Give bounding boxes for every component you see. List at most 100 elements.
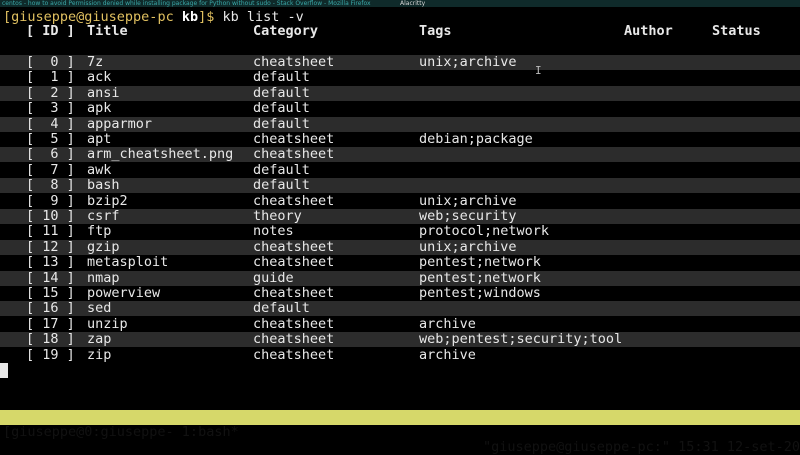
- cell-category: cheatsheet: [253, 254, 335, 271]
- cell-category: default: [253, 100, 310, 117]
- cell-id: [ 14 ]: [26, 269, 75, 286]
- tmux-status-bar: [giuseppe@0:giuseppe- 1:bash* "giuseppe@…: [0, 410, 800, 455]
- cell-tags: unix;archive: [419, 54, 517, 70]
- table-row: [ 7 ] awk default: [0, 161, 800, 178]
- cell-title: ansi: [87, 84, 120, 101]
- table-row: [ 4 ] apparmor default: [0, 115, 800, 132]
- cell-title: bash: [87, 177, 120, 194]
- table-row: [ 2 ] ansi default: [0, 84, 800, 101]
- cell-id: [ 8 ]: [26, 177, 75, 194]
- cell-id: [ 6 ]: [26, 146, 75, 163]
- cell-title: ftp: [87, 223, 112, 240]
- cell-category: cheatsheet: [253, 331, 335, 348]
- cell-id: [ 18 ]: [26, 331, 75, 348]
- cell-id: [ 15 ]: [26, 285, 75, 301]
- table-row: [ 5 ] apt cheatsheet debian;package: [0, 132, 800, 147]
- cell-title: awk: [87, 161, 112, 178]
- cell-category: default: [253, 115, 310, 132]
- header-tags: Tags: [419, 23, 452, 39]
- cell-category: theory: [253, 208, 302, 224]
- cell-category: cheatsheet: [253, 285, 335, 301]
- cell-tags: pentest;network: [419, 254, 541, 271]
- cell-id: [ 16 ]: [26, 300, 75, 317]
- cell-tags: web;pentest;security;tool: [419, 331, 623, 348]
- mouse-ibeam-cursor-icon: I: [535, 64, 542, 77]
- cell-title: bzip2: [87, 192, 128, 209]
- cell-category: default: [253, 69, 310, 86]
- alacritty-window-title[interactable]: Alacritty: [400, 0, 425, 7]
- table-row: [ 1 ] ack default: [0, 70, 800, 85]
- header-author: Author: [624, 23, 673, 39]
- cell-category: cheatsheet: [253, 192, 335, 209]
- cell-category: default: [253, 161, 310, 178]
- cell-category: cheatsheet: [253, 315, 335, 332]
- firefox-window-title[interactable]: centos - how to avoid Permission denied …: [2, 0, 371, 7]
- cell-category: cheatsheet: [253, 146, 335, 163]
- cell-title: gzip: [87, 238, 120, 255]
- cell-category: cheatsheet: [253, 346, 335, 363]
- table-header: [ ID ] Title Category Tags Author Status: [0, 24, 800, 39]
- table-row: [ 0 ] 7z cheatsheet unix;archive: [0, 55, 800, 70]
- table-row: [ 15 ] powerview cheatsheet pentest;windows: [0, 286, 800, 301]
- table-row: [ 14 ] nmap guide pentest;network: [0, 269, 800, 286]
- cell-id: [ 2 ]: [26, 84, 75, 101]
- cell-tags: archive: [419, 315, 476, 332]
- cell-tags: web;security: [419, 208, 517, 224]
- table-row: [ 12 ] gzip cheatsheet unix;archive: [0, 238, 800, 255]
- prompt-open-bracket: [: [3, 9, 12, 25]
- header-status: Status: [712, 23, 761, 39]
- cell-id: [ 11 ]: [26, 223, 75, 240]
- cell-id: [ 9 ]: [26, 192, 75, 209]
- cell-category: notes: [253, 223, 294, 240]
- cell-title: apparmor: [87, 115, 153, 132]
- header-category: Category: [253, 23, 319, 39]
- cell-title: metasploit: [87, 254, 169, 271]
- cell-id: [ 10 ]: [26, 208, 75, 224]
- cell-tags: archive: [419, 346, 476, 363]
- table-row: [ 13 ] metasploit cheatsheet pentest;networ…: [0, 255, 800, 270]
- cell-id: [ 17 ]: [26, 315, 75, 332]
- tmux-window-list[interactable]: [giuseppe@0:giuseppe- 1:bash*: [3, 425, 239, 440]
- cell-tags: unix;archive: [419, 192, 517, 209]
- tmux-host-clock: "giuseppe@giuseppe-pc:" 15:31 12-set-20: [483, 439, 800, 455]
- cell-title: zap: [87, 331, 112, 348]
- cell-category: cheatsheet: [253, 131, 335, 147]
- table-row: [ 16 ] sed default: [0, 300, 800, 317]
- table-row: [ 19 ] zip cheatsheet archive: [0, 346, 800, 363]
- terminal-window[interactable]: [giuseppe@giuseppe-pc kb]$ kb list -v [ …: [0, 7, 800, 410]
- terminal-block-cursor: [0, 363, 8, 378]
- table-row: [ 10 ] csrf theory web;security: [0, 209, 800, 224]
- header-title: Title: [87, 23, 128, 39]
- cell-tags: debian;package: [419, 131, 533, 147]
- cell-id: [ 1 ]: [26, 69, 75, 86]
- cell-title: nmap: [87, 269, 120, 286]
- prompt-directory: kb: [181, 9, 199, 25]
- prompt-close-bracket: ]$: [198, 9, 215, 25]
- cell-category: guide: [253, 269, 294, 286]
- cell-id: [ 13 ]: [26, 254, 75, 271]
- cell-title: zip: [87, 346, 112, 363]
- cell-tags: pentest;windows: [419, 285, 541, 301]
- cell-category: default: [253, 84, 310, 101]
- table-row: [ 6 ] arm_cheatsheet.png cheatsheet: [0, 146, 800, 163]
- table-row: [ 3 ] apk default: [0, 101, 800, 116]
- cell-id: [ 19 ]: [26, 346, 75, 363]
- cell-category: cheatsheet: [253, 238, 335, 255]
- cell-id: [ 4 ]: [26, 115, 75, 132]
- table-row: [ 9 ] bzip2 cheatsheet unix;archive: [0, 192, 800, 209]
- cell-tags: protocol;network: [419, 223, 550, 240]
- cell-title: apk: [87, 100, 112, 117]
- cell-title: csrf: [87, 208, 120, 224]
- table-row: [ 8 ] bash default: [0, 177, 800, 194]
- cell-tags: unix;archive: [419, 238, 517, 255]
- cell-id: [ 0 ]: [26, 54, 75, 70]
- cell-title: unzip: [87, 315, 128, 332]
- cell-title: arm_cheatsheet.png: [87, 146, 234, 163]
- cell-id: [ 5 ]: [26, 131, 75, 147]
- cell-title: ack: [87, 69, 112, 86]
- cell-id: [ 12 ]: [26, 238, 75, 255]
- table-row: [ 11 ] ftp notes protocol;network: [0, 224, 800, 239]
- taskbar-window-titles: centos - how to avoid Permission denied …: [0, 0, 800, 7]
- cell-id: [ 3 ]: [26, 100, 75, 117]
- table-row: [ 17 ] unzip cheatsheet archive: [0, 315, 800, 332]
